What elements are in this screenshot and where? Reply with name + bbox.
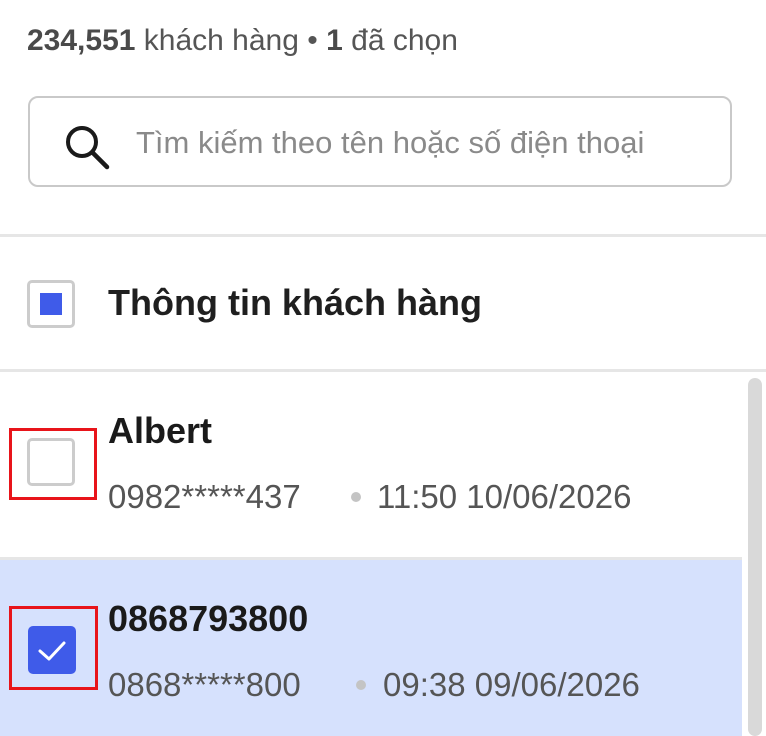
selected-label: đã chọn (351, 24, 458, 57)
customer-phone: 0868*****800 (108, 666, 301, 703)
separator-dot (351, 492, 361, 502)
separator-dot (356, 680, 366, 690)
search-icon (66, 126, 110, 170)
total-count: 234,551 (27, 24, 136, 57)
selected-count: 1 (326, 24, 343, 57)
checkbox-highlight (9, 606, 98, 690)
customer-phone: 0982*****437 (108, 478, 301, 515)
customer-row-selected[interactable]: 0868793800 0868*****800 09:38 09/06/2026 (0, 560, 742, 736)
indeterminate-indicator (40, 293, 62, 315)
customer-time: 09:38 09/06/2026 (383, 666, 640, 703)
divider-top (0, 234, 766, 237)
customer-time: 11:50 10/06/2026 (377, 478, 632, 515)
list-header: Thông tin khách hàng (0, 238, 766, 369)
select-all-checkbox[interactable] (27, 280, 75, 328)
scrollbar-thumb[interactable] (748, 378, 762, 736)
summary-separator: • (307, 24, 318, 57)
customer-summary: 234,551 khách hàng • 1 đã chọn (27, 24, 458, 58)
list-scrollbar[interactable] (748, 378, 762, 736)
customer-name: Albert (108, 410, 213, 451)
customer-name: 0868793800 (108, 598, 309, 639)
customer-row[interactable]: Albert 0982*****437 11:50 10/06/2026 (0, 372, 742, 557)
checkbox-highlight (9, 428, 97, 500)
list-header-label: Thông tin khách hàng (108, 282, 482, 323)
search-box[interactable] (28, 96, 732, 187)
total-label: khách hàng (143, 24, 299, 57)
search-input[interactable] (134, 118, 718, 168)
